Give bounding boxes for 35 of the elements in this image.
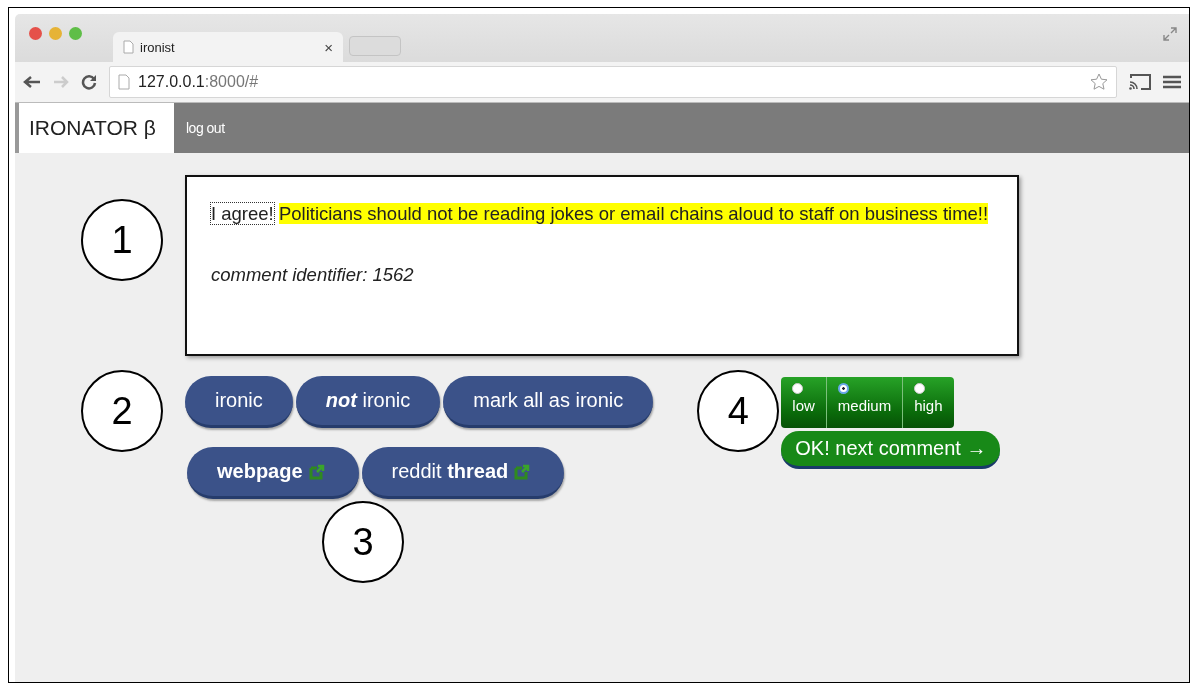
callout-number: 1 bbox=[81, 199, 163, 281]
confidence-option[interactable]: medium bbox=[826, 377, 904, 428]
cast-icon[interactable] bbox=[1129, 74, 1151, 90]
browser-tab[interactable]: ironist × bbox=[113, 32, 343, 62]
confidence-option[interactable]: low bbox=[781, 377, 827, 428]
external-link-icon bbox=[308, 463, 325, 480]
close-light[interactable] bbox=[29, 27, 42, 40]
address-bar[interactable]: 127.0.0.1:8000/# bbox=[109, 66, 1117, 98]
label-button[interactable]: not ironic bbox=[295, 376, 441, 428]
next-comment-button[interactable]: OK! next comment → bbox=[781, 431, 1001, 469]
comment-text: I agree! Politicians should not be reading jokes or email chains aloud to staff on business time!! bbox=[211, 203, 990, 224]
back-icon[interactable] bbox=[23, 75, 41, 89]
callout-number: 3 bbox=[322, 501, 404, 583]
expand-icon[interactable] bbox=[1163, 27, 1177, 41]
confidence-option[interactable]: high bbox=[903, 377, 954, 428]
close-icon[interactable]: × bbox=[324, 38, 333, 56]
label-button[interactable]: ironic bbox=[185, 376, 293, 428]
url-text: 127.0.0.1:8000/# bbox=[138, 73, 259, 91]
brand-link[interactable]: IRONATOR β bbox=[15, 103, 174, 153]
page-icon bbox=[118, 74, 130, 90]
radio-button[interactable] bbox=[914, 383, 926, 394]
reload-icon[interactable] bbox=[81, 74, 97, 90]
page-icon bbox=[123, 40, 134, 54]
menu-icon[interactable] bbox=[1163, 75, 1181, 89]
radio-button[interactable] bbox=[792, 383, 804, 394]
callout-number: 2 bbox=[81, 370, 163, 452]
radio-button[interactable] bbox=[837, 383, 849, 394]
link-button[interactable]: webpage bbox=[187, 447, 359, 499]
external-link-icon bbox=[514, 463, 531, 480]
comment-identifier: comment identifier: 1562 bbox=[211, 264, 415, 286]
star-icon[interactable] bbox=[1090, 73, 1108, 91]
label-button[interactable]: mark all as ironic bbox=[443, 376, 654, 428]
callout-number: 4 bbox=[697, 370, 780, 452]
link-button[interactable]: reddit thread bbox=[361, 447, 565, 499]
logout-link[interactable]: log out bbox=[174, 103, 237, 153]
